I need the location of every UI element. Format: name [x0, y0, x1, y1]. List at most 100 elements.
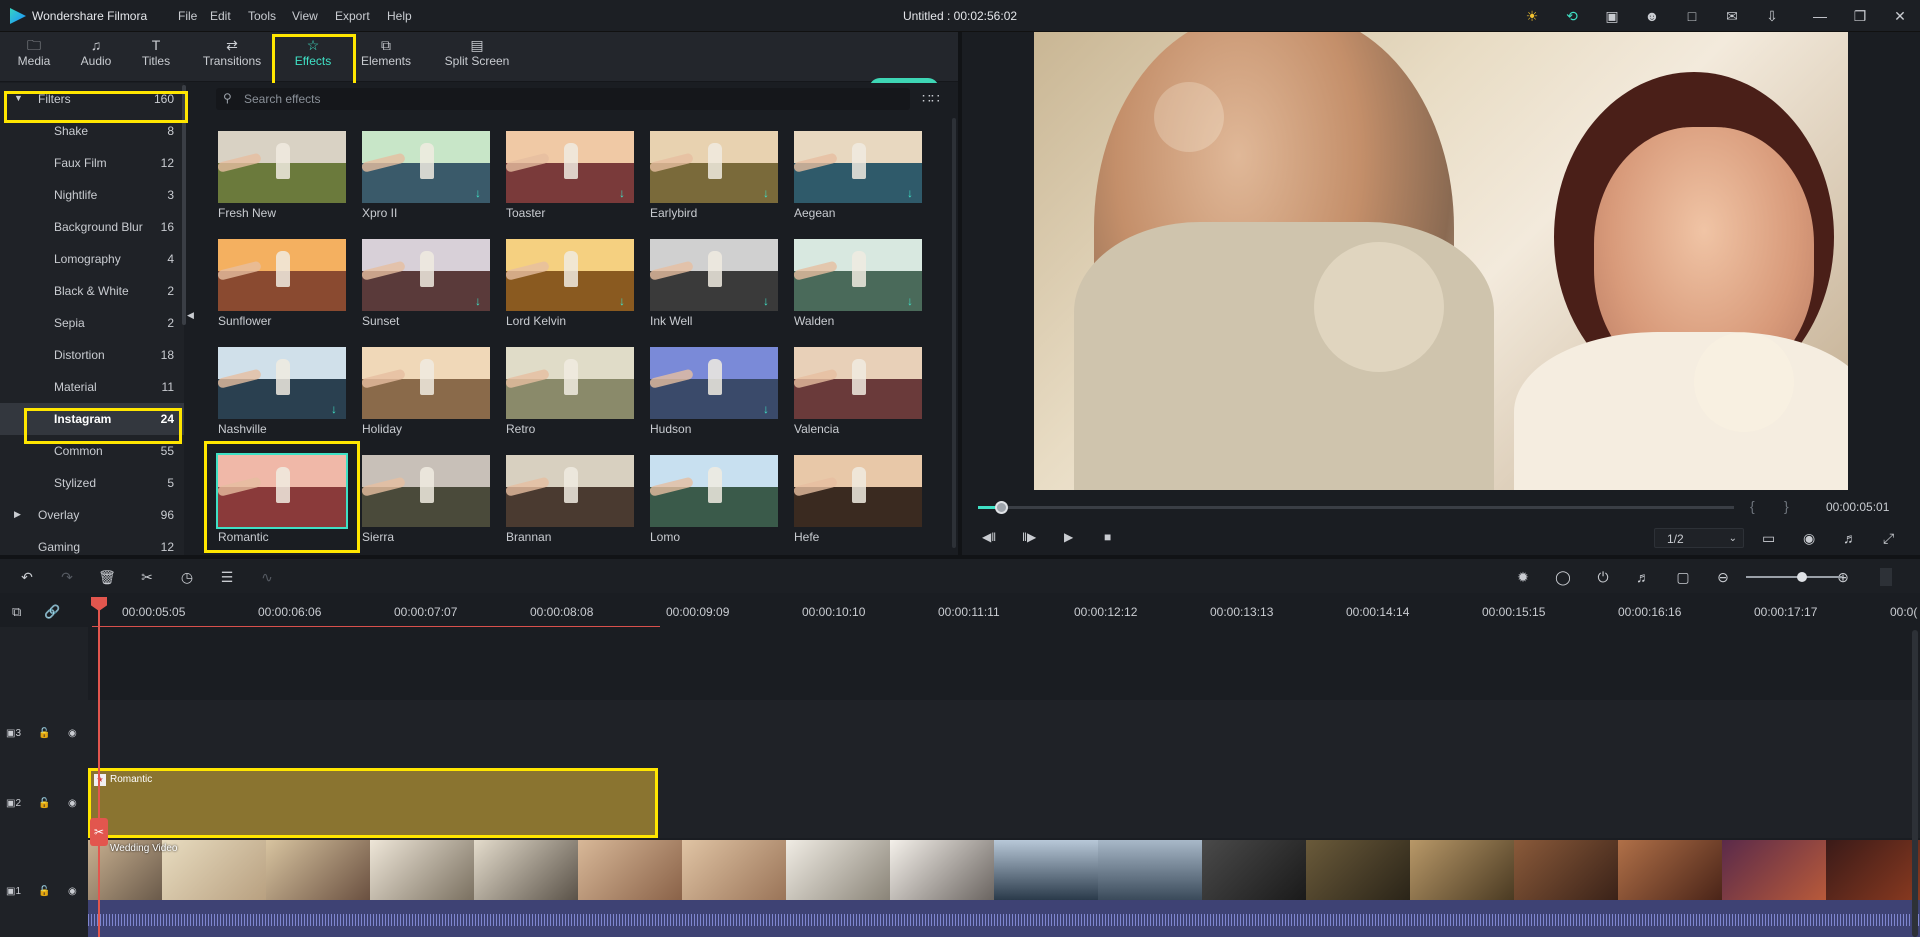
category-faux-film[interactable]: Faux Film 12	[0, 147, 184, 179]
menu-view[interactable]: View	[292, 9, 318, 23]
snapshot-icon[interactable]: ◉	[1803, 530, 1815, 547]
video-clip-wedding[interactable]: Wedding Video	[88, 840, 1920, 900]
timeline-ruler[interactable]: 00:00:05:05 00:00:06:06 00:00:07:07 00:0…	[0, 593, 1920, 627]
delete-icon[interactable]: 🗑	[98, 568, 116, 586]
effect-toaster[interactable]: ↓ Toaster	[506, 131, 634, 220]
tab-elements[interactable]: ⧉ Elements	[356, 36, 416, 78]
lock-icon[interactable]: 🔓	[38, 728, 50, 739]
effect-earlybird[interactable]: ↓ Earlybird	[650, 131, 778, 220]
redo-icon[interactable]: ↷	[58, 568, 76, 586]
menu-tools[interactable]: Tools	[248, 9, 276, 23]
zoom-slider[interactable]	[1746, 576, 1842, 578]
stop-icon[interactable]: ■	[1104, 530, 1111, 544]
minimize-icon[interactable]: —	[1811, 7, 1829, 25]
tab-audio[interactable]: ♫ Audio	[76, 36, 116, 78]
undo-icon[interactable]: ↶	[18, 568, 36, 586]
zoom-out-icon[interactable]: ⊖	[1714, 568, 1732, 586]
effect-xpro-ii[interactable]: ↓ Xpro II	[362, 131, 490, 220]
panel-toggle-icon[interactable]	[1880, 568, 1892, 586]
menu-help[interactable]: Help	[387, 9, 412, 23]
download-icon[interactable]: ↓	[472, 187, 484, 199]
add-track-icon[interactable]: ⧉	[12, 604, 21, 620]
category-lomography[interactable]: Lomography 4	[0, 243, 184, 275]
step-back-icon[interactable]: ◀‖	[982, 530, 996, 544]
mark-in-icon[interactable]: {	[1750, 498, 1755, 514]
download-icon[interactable]: ↓	[760, 295, 772, 307]
category-nightlife[interactable]: Nightlife 3	[0, 179, 184, 211]
effect-romantic[interactable]: Romantic	[216, 453, 348, 544]
category-background-blur[interactable]: Background Blur 16	[0, 211, 184, 243]
timeline-scrollbar[interactable]	[1912, 630, 1918, 937]
effect-sunset[interactable]: ↓ Sunset	[362, 239, 490, 328]
effect-retro[interactable]: Retro	[506, 347, 634, 436]
mail-icon[interactable]: ✉	[1723, 7, 1741, 25]
monitor-icon[interactable]: ▭	[1762, 530, 1775, 547]
speed-icon[interactable]: ◷	[178, 568, 196, 586]
effect-lord-kelvin[interactable]: ↓ Lord Kelvin	[506, 239, 634, 328]
fullscreen-icon[interactable]: ⤢	[1883, 530, 1894, 547]
download-icon[interactable]: ↓	[760, 187, 772, 199]
category-shake[interactable]: Shake 8	[0, 115, 184, 147]
category-sepia[interactable]: Sepia 2	[0, 307, 184, 339]
category-stylized[interactable]: Stylized 5	[0, 467, 184, 499]
gift-icon[interactable]: ▣	[1603, 7, 1621, 25]
link-icon[interactable]: 🔗	[44, 604, 60, 620]
effect-brannan[interactable]: Brannan	[506, 455, 634, 544]
download-icon[interactable]: ↓	[760, 403, 772, 415]
tab-split-screen[interactable]: ▤ Split Screen	[440, 36, 514, 78]
effect-sunflower[interactable]: Sunflower	[218, 239, 346, 328]
category-common[interactable]: Common 55	[0, 435, 184, 467]
volume-icon[interactable]: ♬	[1843, 530, 1857, 546]
eye-icon[interactable]: ◉	[68, 886, 77, 897]
bulb-icon[interactable]: ☀	[1523, 7, 1541, 25]
close-icon[interactable]: ✕	[1891, 7, 1909, 25]
microphone-icon[interactable]: ⏻	[1594, 568, 1612, 586]
menu-edit[interactable]: Edit	[210, 9, 231, 23]
effect-holiday[interactable]: Holiday	[362, 347, 490, 436]
grid-view-icon[interactable]: ∷∷	[922, 90, 940, 107]
tab-titles[interactable]: T Titles	[136, 36, 176, 78]
snap-icon[interactable]: ▢	[1674, 568, 1692, 586]
effect-fresh-new[interactable]: Fresh New	[218, 131, 346, 220]
category-overlay[interactable]: ▶ Overlay 96	[0, 499, 184, 531]
adjust-icon[interactable]: ☰	[218, 568, 236, 586]
search-input[interactable]	[244, 91, 884, 107]
category-distortion[interactable]: Distortion 18	[0, 339, 184, 371]
marker-icon[interactable]: ◯	[1554, 568, 1572, 586]
download-icon[interactable]: ↓	[616, 295, 628, 307]
tab-effects[interactable]: ☆ Effects	[281, 36, 345, 78]
menu-file[interactable]: File	[178, 9, 197, 23]
grid-scrollbar[interactable]	[952, 118, 956, 548]
playhead[interactable]	[98, 600, 100, 937]
sidebar-scrollbar[interactable]	[182, 85, 186, 325]
download-icon[interactable]: ↓	[616, 187, 628, 199]
download-icon[interactable]: ⇩	[1763, 7, 1781, 25]
category-instagram[interactable]: Instagram 24	[0, 403, 184, 435]
category-filters[interactable]: ▼ Filters 160	[0, 83, 184, 115]
audio-waveform[interactable]	[88, 900, 1920, 937]
tab-media[interactable]: 🗀 Media	[14, 36, 54, 78]
effect-walden[interactable]: ↓ Walden	[794, 239, 922, 328]
playhead-split-marker[interactable]: ✂	[90, 818, 108, 846]
effect-nashville[interactable]: ↓ Nashville	[218, 347, 346, 436]
download-icon[interactable]: ↓	[904, 187, 916, 199]
download-icon[interactable]: ↓	[472, 295, 484, 307]
effect-clip-romantic[interactable]: ★ Romantic	[88, 770, 656, 836]
effect-hudson[interactable]: ↓ Hudson	[650, 347, 778, 436]
category-material[interactable]: Material 11	[0, 371, 184, 403]
play-slow-icon[interactable]: ‖▶	[1022, 530, 1036, 544]
effect-hefe[interactable]: Hefe	[794, 455, 922, 544]
download-icon[interactable]: ↓	[904, 295, 916, 307]
effect-ink-well[interactable]: ↓ Ink Well	[650, 239, 778, 328]
effect-aegean[interactable]: ↓ Aegean	[794, 131, 922, 220]
collapse-sidebar-icon[interactable]: ◀	[187, 310, 194, 321]
eye-icon[interactable]: ◉	[68, 728, 77, 739]
effect-valencia[interactable]: Valencia	[794, 347, 922, 436]
zoom-handle[interactable]	[1796, 572, 1807, 582]
mark-out-icon[interactable]: }	[1784, 498, 1789, 514]
progress-handle[interactable]	[994, 501, 1008, 514]
user-icon[interactable]: ☻	[1643, 7, 1661, 25]
effect-lomo[interactable]: Lomo	[650, 455, 778, 544]
category-black-white[interactable]: Black & White 2	[0, 275, 184, 307]
lock-icon[interactable]: 🔓	[38, 886, 50, 897]
